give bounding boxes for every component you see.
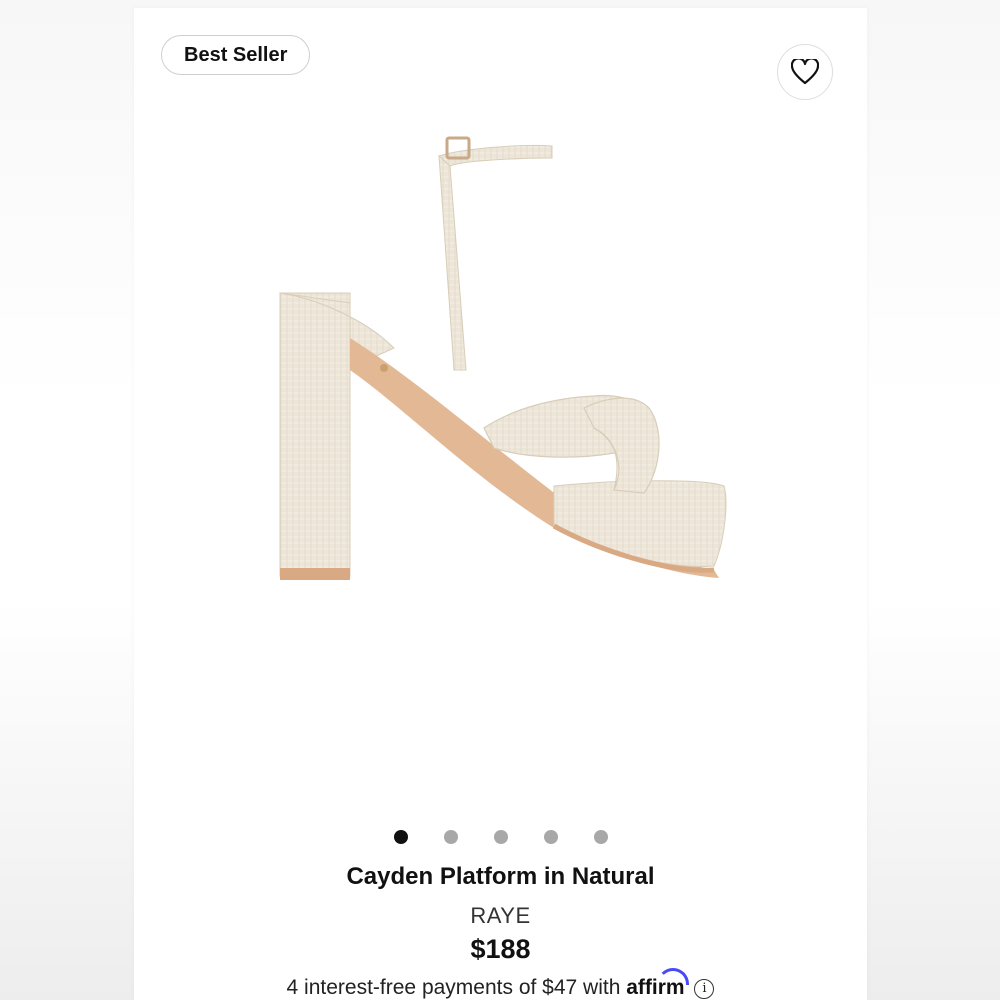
financing-line: 4 interest-free payments of $47 with aff… bbox=[134, 968, 867, 1000]
heart-icon bbox=[791, 59, 819, 85]
financing-text: 4 interest-free payments of $47 with bbox=[286, 976, 621, 999]
favorite-button[interactable] bbox=[777, 44, 833, 100]
carousel-dots bbox=[134, 830, 867, 844]
best-seller-badge: Best Seller bbox=[161, 35, 311, 75]
affirm-logo: affirm bbox=[626, 968, 689, 999]
product-title[interactable]: Cayden Platform in Natural bbox=[134, 863, 867, 891]
product-image[interactable] bbox=[194, 108, 814, 628]
badge-label: Best Seller bbox=[184, 43, 288, 66]
info-icon[interactable]: i bbox=[694, 979, 715, 999]
carousel-dot-3[interactable] bbox=[493, 830, 508, 844]
product-card: Best Seller Cayden Platform in Natural R… bbox=[134, 8, 867, 1000]
carousel-dot-4[interactable] bbox=[543, 830, 558, 844]
carousel-dot-5[interactable] bbox=[593, 830, 608, 844]
carousel-dot-2[interactable] bbox=[443, 830, 458, 844]
carousel-dot-1[interactable] bbox=[393, 830, 408, 844]
product-price: $188 bbox=[470, 934, 531, 964]
product-brand[interactable]: RAYE bbox=[134, 903, 867, 929]
affirm-arc-mark bbox=[656, 968, 689, 985]
